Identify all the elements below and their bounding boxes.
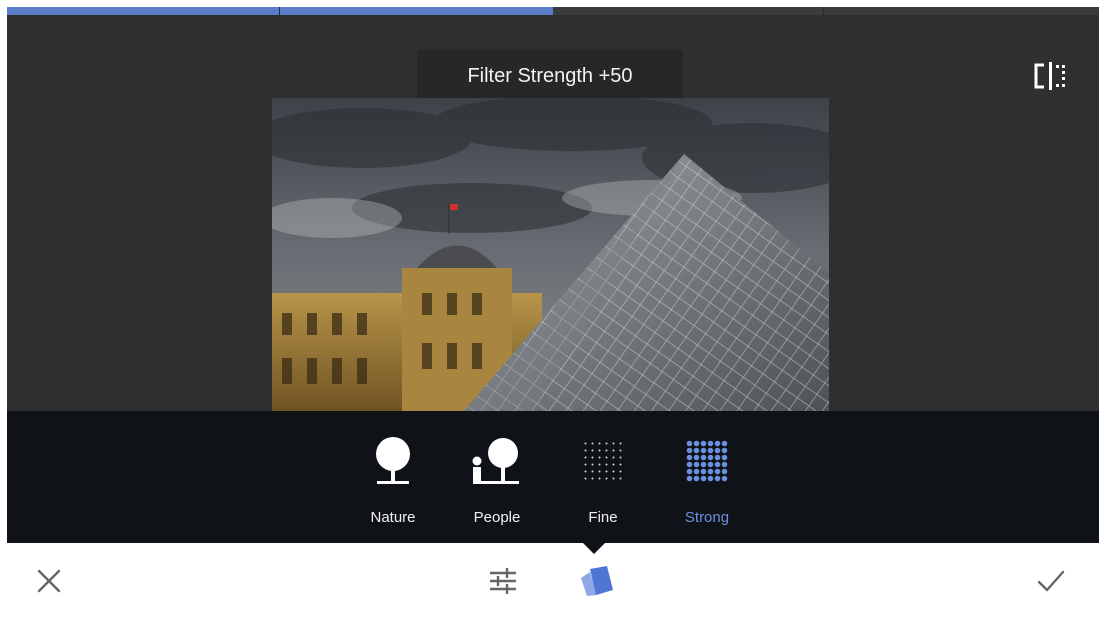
filter-strength-tooltip: Filter Strength +50 xyxy=(417,50,683,102)
edited-photo xyxy=(272,98,829,413)
filter-option-nature[interactable]: Nature xyxy=(348,431,438,531)
styles-button[interactable] xyxy=(574,559,618,603)
cancel-button[interactable] xyxy=(29,561,69,601)
filter-option-people[interactable]: People xyxy=(452,431,542,531)
strength-progress-bar xyxy=(7,7,1099,15)
checkmark-icon xyxy=(1037,570,1065,592)
adjust-tools-button[interactable] xyxy=(483,561,523,601)
strength-progress-fill xyxy=(7,7,553,15)
filter-option-fine[interactable]: Fine xyxy=(558,431,648,531)
selected-tool-pointer xyxy=(583,543,605,554)
apply-button[interactable] xyxy=(1029,561,1073,601)
filter-label: People xyxy=(473,509,521,526)
bottom-toolbar xyxy=(7,543,1099,619)
close-icon xyxy=(37,569,61,593)
style-cards-icon xyxy=(581,566,613,596)
filter-style-panel: Nature People Fine Strong xyxy=(7,411,1099,543)
progress-divider xyxy=(279,7,280,15)
person-tree-icon xyxy=(467,431,527,491)
editor-screen: Filter Strength +50 Nature People Fine S… xyxy=(7,7,1099,619)
filter-label: Fine xyxy=(588,509,618,526)
tree-icon xyxy=(363,431,423,491)
filter-option-strong[interactable]: Strong xyxy=(662,431,752,531)
filter-label: Strong xyxy=(684,509,730,526)
sliders-tune-icon xyxy=(490,568,516,594)
filter-label: Nature xyxy=(370,509,416,526)
compare-split-icon[interactable] xyxy=(1031,59,1071,93)
fine-dots-icon xyxy=(573,431,633,491)
strong-dots-icon xyxy=(677,431,737,491)
progress-divider xyxy=(823,7,824,15)
